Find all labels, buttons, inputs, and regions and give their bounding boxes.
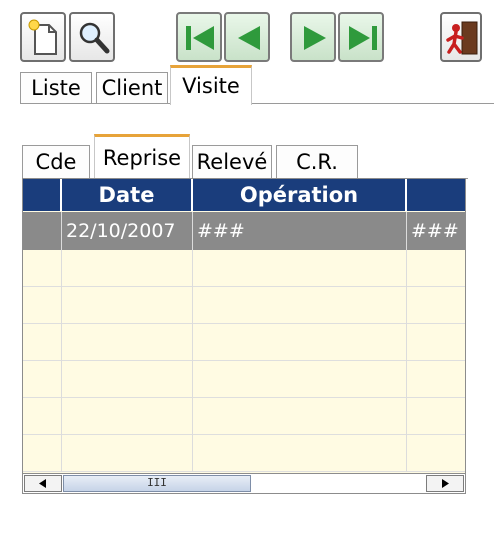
scrollbar-thumb[interactable]: III <box>63 475 251 492</box>
previous-record-button[interactable] <box>224 12 270 62</box>
tab-label: Client <box>101 76 163 100</box>
column-header-date[interactable]: Date <box>62 179 193 211</box>
scroll-left-button[interactable] <box>24 475 62 492</box>
new-document-icon <box>28 19 57 55</box>
last-record-button[interactable] <box>338 12 384 62</box>
arrow-right-icon <box>442 479 449 488</box>
tab-liste[interactable]: Liste <box>20 72 92 103</box>
next-record-icon <box>304 26 326 50</box>
column-header-label: Opération <box>239 183 359 207</box>
column-header-selector[interactable] <box>23 179 62 211</box>
tab-cde[interactable]: Cde <box>22 145 90 178</box>
previous-record-icon <box>238 26 260 50</box>
first-record-button[interactable] <box>176 12 222 62</box>
table-row[interactable] <box>23 435 465 472</box>
exit-icon <box>446 21 478 55</box>
table-row[interactable] <box>23 361 465 398</box>
column-header-extra[interactable] <box>407 179 465 211</box>
column-header-operation[interactable]: Opération <box>193 179 407 211</box>
tab-client[interactable]: Client <box>96 72 168 103</box>
row-selector-cell <box>23 212 62 250</box>
first-record-icon <box>186 26 214 50</box>
tab-cr[interactable]: C.R. <box>276 145 358 178</box>
grid-line <box>406 212 407 472</box>
table-row[interactable] <box>23 398 465 435</box>
search-icon <box>79 22 110 54</box>
tab-visite[interactable]: Visite <box>170 65 252 105</box>
tab-label: Reprise <box>102 146 182 170</box>
grid-line <box>61 212 62 472</box>
last-record-icon <box>349 26 377 50</box>
scroll-right-button[interactable] <box>426 475 464 492</box>
date-cell: 22/10/2007 <box>62 212 193 250</box>
table-row[interactable] <box>23 250 465 287</box>
tab-label: Cde <box>35 150 77 174</box>
arrow-left-icon <box>39 479 46 488</box>
tab-label: C.R. <box>296 150 338 174</box>
extra-cell: ### <box>411 220 459 242</box>
column-header-label: Date <box>98 183 155 207</box>
search-button[interactable] <box>69 12 115 62</box>
next-record-button[interactable] <box>290 12 336 62</box>
exit-button[interactable] <box>440 12 482 62</box>
table-row[interactable] <box>23 287 465 324</box>
data-grid: Date Opération 22/10/2007 ### ### III <box>22 178 466 494</box>
tab-label: Visite <box>182 74 240 98</box>
tab-label: Liste <box>31 76 81 100</box>
operation-cell: ### <box>193 212 407 250</box>
table-row[interactable] <box>23 324 465 361</box>
main-tab-baseline <box>20 103 494 104</box>
grip-icon: III <box>147 476 167 489</box>
new-document-button[interactable] <box>20 12 66 62</box>
table-row-selected[interactable]: 22/10/2007 ### ### <box>23 212 465 250</box>
tab-label: Relevé <box>196 150 268 174</box>
tab-reprise[interactable]: Reprise <box>94 134 190 179</box>
horizontal-scrollbar[interactable]: III <box>23 473 465 493</box>
grid-line <box>192 212 193 472</box>
tab-releve[interactable]: Relevé <box>192 145 272 178</box>
